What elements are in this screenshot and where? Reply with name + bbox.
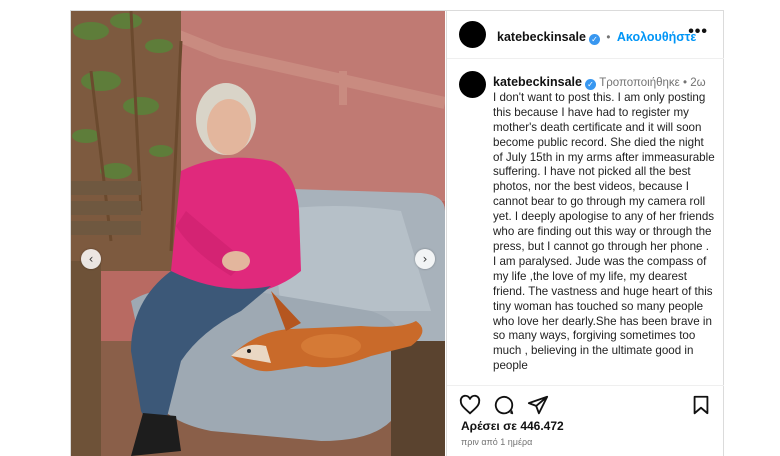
- post-photo[interactable]: ‹ ›: [71, 11, 445, 456]
- post-timestamp[interactable]: πριν από 1 ημέρα: [461, 437, 532, 447]
- next-photo-button[interactable]: ›: [415, 249, 435, 269]
- follow-button[interactable]: Ακολουθήστε: [617, 30, 696, 44]
- caption-text-block: katebeckinsale ✓ Τροποποιήθηκε • 2ω I don…: [493, 75, 715, 374]
- verified-badge-icon: ✓: [588, 34, 600, 45]
- dot-separator: •: [606, 32, 611, 44]
- header-user-line: katebeckinsale ✓ • Ακολουθήστε: [497, 28, 696, 46]
- avatar[interactable]: [459, 21, 486, 48]
- previous-photo-button[interactable]: ‹: [81, 249, 101, 269]
- photo-illustration: [71, 11, 445, 456]
- comment-icon[interactable]: [493, 394, 515, 416]
- caption-age[interactable]: 2ω: [690, 77, 705, 89]
- caption-avatar[interactable]: [459, 71, 486, 98]
- caption-body: I don't want to post this. I am only pos…: [493, 90, 715, 373]
- more-options-button[interactable]: •••: [688, 23, 708, 41]
- dot-separator: •: [683, 77, 688, 89]
- post-sidebar: katebeckinsale ✓ • Ακολουθήστε ••• katebe…: [446, 11, 724, 456]
- edited-label: Τροποποιήθηκε: [599, 77, 680, 89]
- caption-meta-line: katebeckinsale ✓ Τροποποιήθηκε • 2ω: [493, 75, 715, 91]
- caption-username[interactable]: katebeckinsale: [493, 75, 582, 89]
- bookmark-icon[interactable]: [690, 394, 712, 416]
- post-header: katebeckinsale ✓ • Ακολουθήστε •••: [447, 11, 724, 59]
- instagram-post: ‹ › katebeckinsale ✓ • Ακολουθήστε ••• ka…: [70, 10, 724, 456]
- share-icon[interactable]: [527, 394, 549, 416]
- verified-badge-icon: ✓: [584, 79, 596, 90]
- caption-area: katebeckinsale ✓ Τροποποιήθηκε • 2ω I don…: [447, 59, 724, 384]
- likes-count[interactable]: Αρέσει σε 446.472: [461, 419, 564, 433]
- username-link[interactable]: katebeckinsale: [497, 30, 586, 44]
- heart-icon[interactable]: [459, 394, 481, 416]
